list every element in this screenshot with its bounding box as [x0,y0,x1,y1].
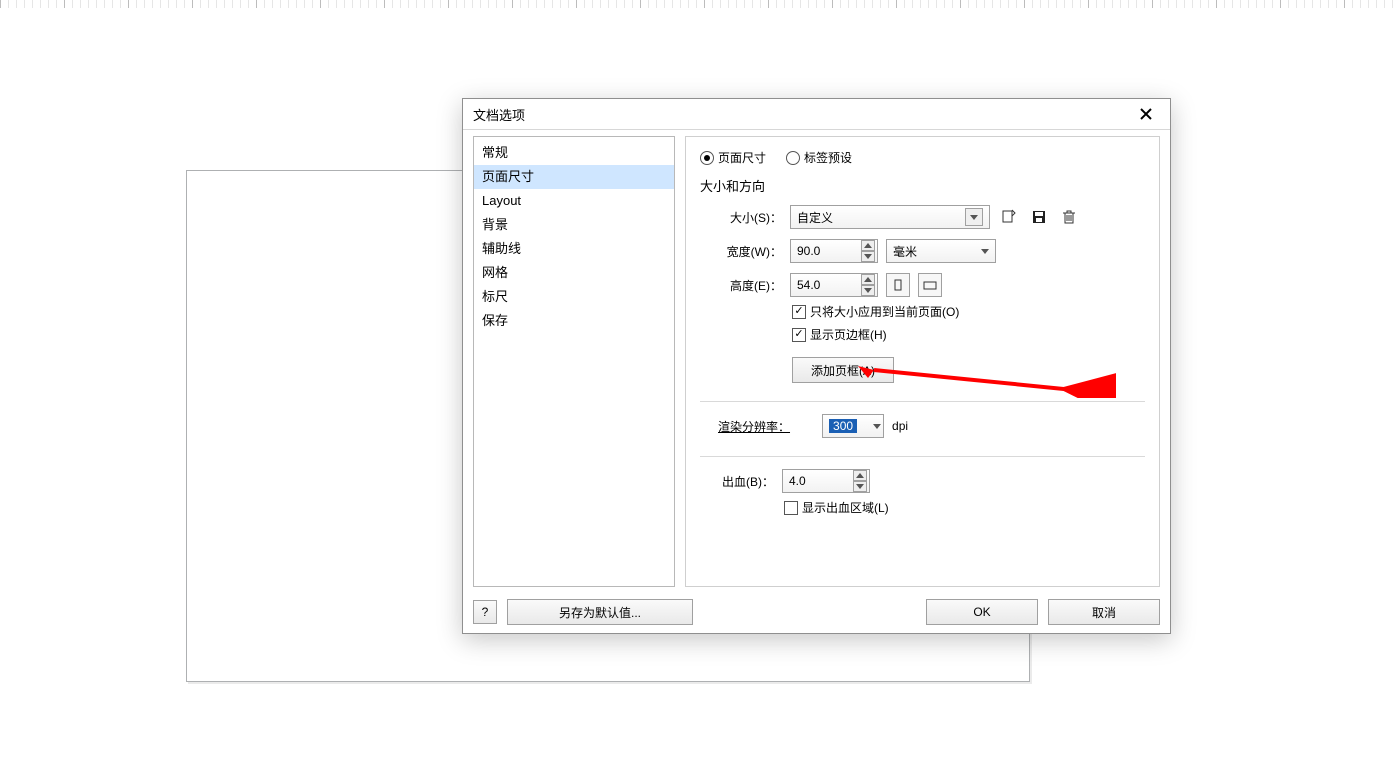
section-size-orientation: 大小和方向 [700,176,1145,195]
radio-label-presets-indicator [786,151,800,165]
dropdown-arrow-icon [965,208,983,226]
radio-page-size-indicator [700,151,714,165]
spin-up-icon [853,470,867,481]
add-page-frame-label: 添加页框(A) [811,362,875,379]
bleed-input[interactable]: 4.0 [782,469,870,493]
separator [700,401,1145,402]
ok-label: OK [973,605,990,619]
category-page-size[interactable]: 页面尺寸 [474,165,674,189]
dialog-titlebar: 文档选项 [463,99,1170,130]
category-list: 常规 页面尺寸 Layout 背景 辅助线 网格 标尺 保存 [473,136,675,587]
dropdown-arrow-icon [873,424,881,429]
ruler-ticks-major [0,0,1394,8]
render-res-label: 渲染分辨率： [718,418,790,435]
checkbox-indicator [792,305,806,319]
dialog-title: 文档选项 [473,105,525,124]
category-general[interactable]: 常规 [474,141,674,165]
spin-down-icon [853,481,867,492]
render-res-unit: dpi [892,419,908,433]
document-options-dialog: 文档选项 常规 页面尺寸 Layout 背景 辅助线 网格 标尺 保存 页 [462,98,1171,634]
check-apply-current[interactable]: 只将大小应用到当前页面(O) [700,303,1145,320]
mode-radios: 页面尺寸 标签预设 [700,149,1145,166]
check-show-bleed-label: 显示出血区域(L) [802,499,889,516]
add-page-frame-button[interactable]: 添加页框(A) [792,357,894,383]
category-layout[interactable]: Layout [474,189,674,213]
separator [700,456,1145,457]
orientation-landscape[interactable] [918,273,942,297]
size-field: 大小(S)： 自定义 [726,205,1145,229]
bleed-field: 出血(B)： 4.0 [718,469,1145,493]
cancel-button[interactable]: 取消 [1048,599,1160,625]
spin-up-icon [861,240,875,251]
ok-button[interactable]: OK [926,599,1038,625]
portrait-icon [890,279,906,291]
trash-icon [1062,209,1076,225]
check-apply-current-label: 只将大小应用到当前页面(O) [810,303,959,320]
page-size-pane: 页面尺寸 标签预设 大小和方向 大小(S)： 自定义 [685,136,1160,587]
render-res-field: 渲染分辨率： 300 dpi [718,414,1145,438]
bleed-spin[interactable] [853,470,867,492]
category-grid[interactable]: 网格 [474,261,674,285]
checkbox-indicator [784,501,798,515]
check-show-bleed[interactable]: 显示出血区域(L) [700,499,1145,516]
height-value: 54.0 [797,278,820,292]
save-defaults-button[interactable]: 另存为默认值... [507,599,693,625]
help-button[interactable]: ? [473,600,497,624]
dropdown-arrow-icon [981,249,989,254]
orientation-portrait[interactable] [886,273,910,297]
render-res-input[interactable]: 300 [822,414,884,438]
close-icon [1139,107,1153,121]
width-field: 宽度(W)： 90.0 毫米 [726,239,1145,263]
landscape-icon [922,279,938,291]
bleed-value: 4.0 [789,474,806,488]
radio-page-size[interactable]: 页面尺寸 [700,149,766,166]
save-defaults-label: 另存为默认值... [559,604,641,621]
unit-select[interactable]: 毫米 [886,239,996,263]
width-spin[interactable] [861,240,875,262]
checkbox-indicator [792,328,806,342]
height-spin[interactable] [861,274,875,296]
preset-icon [1001,209,1017,225]
spin-up-icon [861,274,875,285]
spin-down-icon [861,285,875,296]
width-value: 90.0 [797,244,820,258]
height-input[interactable]: 54.0 [790,273,878,297]
render-res-value: 300 [829,419,857,433]
width-input[interactable]: 90.0 [790,239,878,263]
delete-preset-button[interactable] [1058,206,1080,228]
category-save[interactable]: 保存 [474,309,674,333]
category-background[interactable]: 背景 [474,213,674,237]
save-preset-button[interactable] [1028,206,1050,228]
width-label: 宽度(W)： [726,243,782,260]
close-button[interactable] [1128,103,1164,125]
size-select[interactable]: 自定义 [790,205,990,229]
radio-label-presets[interactable]: 标签预设 [786,149,852,166]
dialog-footer: ? 另存为默认值... OK 取消 [463,591,1170,633]
help-label: ? [482,605,489,619]
height-label: 高度(E)： [726,277,782,294]
cancel-label: 取消 [1092,604,1116,621]
spin-down-icon [861,251,875,262]
size-value: 自定义 [797,209,833,226]
check-show-page-border[interactable]: 显示页边框(H) [700,326,1145,343]
check-show-page-border-label: 显示页边框(H) [810,326,887,343]
bleed-label: 出血(B)： [718,473,774,490]
unit-value: 毫米 [893,243,917,260]
radio-page-size-label: 页面尺寸 [718,149,766,166]
size-label: 大小(S)： [726,209,782,226]
category-rulers[interactable]: 标尺 [474,285,674,309]
radio-label-presets-label: 标签预设 [804,149,852,166]
page-preset-edit-button[interactable] [998,206,1020,228]
save-icon [1032,210,1046,224]
category-guidelines[interactable]: 辅助线 [474,237,674,261]
height-field: 高度(E)： 54.0 [726,273,1145,297]
dialog-body: 常规 页面尺寸 Layout 背景 辅助线 网格 标尺 保存 页面尺寸 标签预设 [463,130,1170,591]
